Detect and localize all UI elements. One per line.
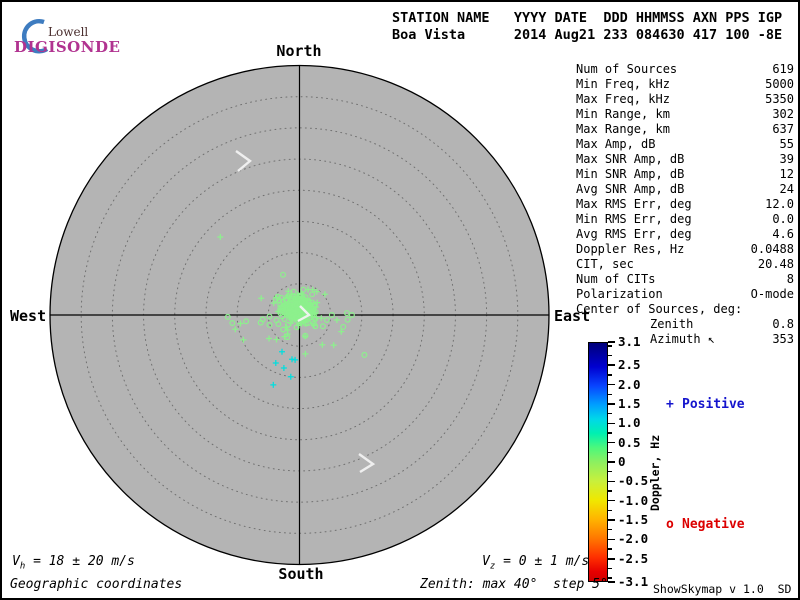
- colorbar-tick: [608, 577, 612, 579]
- colorbar-tick-label: 2.0: [618, 376, 641, 392]
- colorbar-tick: [608, 364, 615, 366]
- stat-row: Min RMS Err, deg 0.0: [576, 212, 794, 226]
- stat-row: Min Freq, kHz 5000: [576, 77, 794, 91]
- legend-positive: + Positive: [666, 397, 745, 412]
- colorbar-tick-label: -0.5: [618, 473, 649, 489]
- colorbar-tick-label: 0.5: [618, 434, 641, 450]
- stat-row: Min Range, km 302: [576, 107, 794, 121]
- colorbar-tick: [608, 567, 612, 570]
- stat-row: CIT, sec 20.48: [576, 257, 794, 271]
- colorbar-tick-label: -3.1: [618, 574, 649, 589]
- colorbar-tick-label: -2.0: [618, 531, 649, 547]
- legend-positive-label: Positive: [682, 397, 745, 412]
- stat-row: Max RMS Err, deg 12.0: [576, 197, 794, 211]
- colorbar-tick: [608, 509, 612, 512]
- stats-panel: Num of Sources 619 Min Freq, kHz 5000 Max Fr…: [576, 62, 794, 347]
- colorbar-tick: [608, 490, 612, 492]
- colorbar-tick-label: -2.5: [618, 550, 649, 566]
- stat-row: Max Amp, dB 55: [576, 137, 794, 151]
- colorbar-tick: [608, 519, 615, 521]
- stat-row: Doppler Res, Hz 0.0488: [576, 242, 794, 256]
- colorbar-tick-label: 1.0: [618, 415, 641, 431]
- colorbar-tick: [608, 461, 615, 463]
- colorbar-tick: [608, 480, 615, 483]
- stat-row: Num of CITs 8: [576, 272, 794, 286]
- plus-symbol-icon: +: [666, 397, 674, 412]
- colorbar-tick-label: -1.5: [618, 512, 649, 528]
- horizontal-velocity-readout: Vh = 18 ± 20 m/s: [12, 554, 135, 572]
- colorbar-tick: [608, 451, 612, 454]
- colorbar-tick: [608, 499, 615, 502]
- colorbar-tick: [608, 558, 615, 560]
- stat-row: Max Range, km 637: [576, 122, 794, 136]
- legend-negative-label: Negative: [682, 517, 745, 532]
- stat-row: Min SNR Amp, dB 12: [576, 167, 794, 181]
- colorbar-tick: [608, 548, 612, 550]
- stat-row: Zenith 0.8: [650, 317, 794, 331]
- skymap-window: Lowell DIGISONDE STATION NAME YYYY DATE …: [0, 0, 800, 600]
- stat-row: Max Freq, kHz 5350: [576, 92, 794, 106]
- software-version: ShowSkymap v 1.0 SD v 5.1: [653, 582, 792, 596]
- stat-row: Max SNR Amp, dB 39: [576, 152, 794, 166]
- colorbar-tick: [608, 393, 612, 395]
- stat-section-header: Center of Sources, deg:: [576, 302, 743, 316]
- vertical-velocity-readout: Vz = 0 ± 1 m/s: [482, 554, 590, 572]
- colorbar-tick: [608, 383, 615, 386]
- stat-row: Avg SNR Amp, dB 24: [576, 182, 794, 196]
- zenith-scale-note: Zenith: max 40° step 5°: [420, 577, 608, 592]
- colorbar-axis-label: Doppler, Hz: [648, 434, 662, 511]
- colorbar-tick: [608, 528, 612, 531]
- colorbar-tick-label: 1.5: [618, 395, 641, 411]
- legend-negative: o Negative: [666, 517, 745, 532]
- colorbar-tick: [608, 441, 615, 444]
- stat-row: Num of Sources 619: [576, 62, 794, 76]
- colorbar-tick: [608, 422, 615, 425]
- coordinates-note: Geographic coordinates: [10, 577, 183, 592]
- colorbar-tick: [608, 412, 612, 415]
- colorbar-tick: [608, 374, 612, 376]
- colorbar-tick-label: 2.5: [618, 357, 641, 373]
- colorbar-tick-label: -1.0: [618, 492, 649, 508]
- colorbar-tick: [608, 354, 612, 357]
- stat-row: Polarization O-mode: [576, 287, 794, 301]
- colorbar-tick: [608, 341, 615, 343]
- colorbar-tick-label: 0: [618, 454, 626, 469]
- circle-symbol-icon: o: [666, 517, 674, 532]
- stat-row: Avg RMS Err, deg 4.6: [576, 227, 794, 241]
- colorbar-tick: [608, 538, 615, 541]
- colorbar-tick: [608, 470, 612, 473]
- colorbar-tick-label: 3.1: [618, 334, 641, 349]
- colorbar-tick: [608, 581, 615, 583]
- colorbar-tick: [608, 403, 615, 405]
- colorbar-tick: [608, 432, 612, 434]
- colorbar-tick: [608, 345, 612, 347]
- doppler-colorbar: [588, 342, 608, 582]
